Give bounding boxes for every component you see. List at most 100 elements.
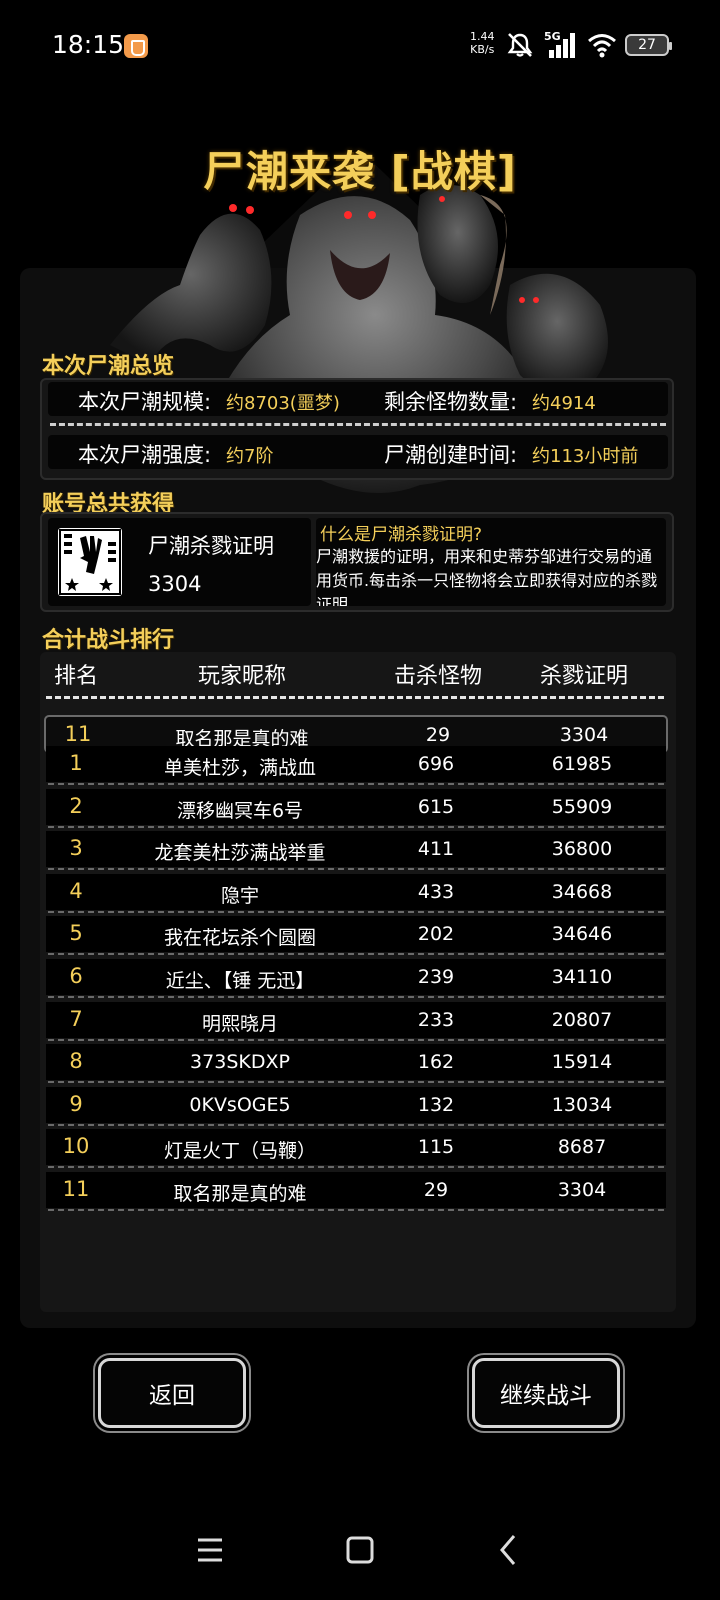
status-bar: 18:15 1.44 KB/s 5G 27 (0, 0, 720, 92)
continue-battle-button[interactable]: 继续战斗 (472, 1358, 620, 1428)
row-name: 漂移幽冥车6号 (176, 799, 304, 822)
row-kills: 615 (417, 795, 455, 818)
row-rank: 8 (69, 1049, 83, 1074)
row-certs: 20807 (551, 1008, 613, 1031)
row-rank: 10 (62, 1134, 90, 1159)
row-certs: 8687 (557, 1136, 607, 1159)
created-value: 约113小时前 (532, 446, 639, 467)
network-speed: 1.44 KB/s (470, 30, 495, 56)
overview-panel: 本次尸潮规模: 约8703(噩梦) 剩余怪物数量: 约4914 本次尸潮强度: … (40, 378, 674, 480)
row-rank: 5 (69, 921, 83, 946)
ranking-header: 排名 玩家昵称 击杀怪物 杀戮证明 (40, 652, 676, 694)
row-kills: 411 (417, 838, 455, 861)
table-row: 6 近尘、【锤 无迅】 239 34110 (46, 959, 666, 998)
self-kills: 29 (425, 724, 451, 746)
row-kills: 433 (417, 880, 455, 903)
row-rank: 6 (69, 964, 83, 988)
system-nav-bar (0, 1520, 720, 1590)
header-name: 玩家昵称 (197, 664, 287, 689)
back-button[interactable]: 返回 (98, 1358, 246, 1428)
row-rank: 1 (69, 751, 83, 775)
table-row: 4 隐宇 433 34668 (46, 873, 666, 913)
row-kills: 132 (417, 1093, 455, 1116)
row-certs: 36800 (551, 838, 613, 861)
header-rank: 排名 (53, 664, 99, 689)
row-name: 明熙晓月 (201, 1012, 279, 1035)
page-title: 尸潮来袭 [战棋] (202, 147, 517, 196)
network-type: 5G (544, 30, 561, 43)
battery-icon: 27 (625, 34, 672, 56)
table-row: 1 单美杜莎，满战血 696 61985 (46, 746, 666, 785)
header-certs: 杀戮证明 (539, 664, 629, 689)
certificate-name: 尸潮杀戮证明 (148, 534, 274, 558)
row-name: 373SKDXP (190, 1051, 290, 1074)
app-badge-icon (124, 34, 148, 58)
self-certs: 3304 (559, 724, 609, 746)
signal-icon: 5G (544, 30, 575, 58)
home-icon[interactable] (340, 1530, 380, 1570)
table-row: 11 取名那是真的难 29 3304 (46, 1172, 666, 1211)
ranking-section-title: 合计战斗排行 (42, 628, 175, 653)
row-kills: 162 (417, 1051, 455, 1074)
row-rank: 4 (69, 878, 83, 903)
mute-icon (507, 33, 533, 57)
row-rank: 2 (69, 793, 83, 818)
row-kills: 233 (417, 1008, 455, 1031)
overview-section-title: 本次尸潮总览 (42, 354, 175, 379)
row-kills: 239 (417, 966, 455, 988)
row-name: 取名那是真的难 (173, 1183, 307, 1205)
strength-label: 本次尸潮强度: (78, 443, 212, 467)
table-row: 3 龙套美杜莎满战举重 411 36800 (46, 831, 666, 871)
wifi-icon (588, 34, 616, 58)
row-rank: 9 (69, 1091, 83, 1116)
ranking-header-divider (46, 696, 664, 699)
row-kills: 29 (423, 1179, 449, 1201)
battery-level: 27 (638, 37, 656, 53)
overview-row-2: 本次尸潮强度: 约7阶 尸潮创建时间: 约113小时前 (48, 435, 668, 469)
row-name: 我在花坛杀个圆圈 (163, 927, 317, 950)
row-certs: 15914 (551, 1051, 613, 1074)
created-label: 尸潮创建时间: (384, 443, 518, 467)
row-name: 灯是火丁（马鞭） (163, 1140, 317, 1163)
remaining-value: 约4914 (532, 393, 596, 414)
table-row: 8 373SKDXP 162 15914 (46, 1044, 666, 1084)
header-kills: 击杀怪物 (393, 664, 483, 689)
certificate-icon (58, 528, 122, 596)
table-row: 10 灯是火丁（马鞭） 115 8687 (46, 1129, 666, 1169)
row-certs: 61985 (551, 753, 613, 775)
row-name: 龙套美杜莎满战举重 (154, 842, 326, 865)
back-icon[interactable] (490, 1530, 530, 1570)
clock: 18:15 (52, 30, 125, 59)
certificate-info-card: 什么是尸潮杀戮证明? 尸潮救援的证明，用来和史蒂芬邹进行交易的通用货币.每击杀一… (316, 518, 666, 606)
overview-row-1: 本次尸潮规模: 约8703(噩梦) 剩余怪物数量: 约4914 (48, 382, 668, 416)
row-name: 0KVsOGE5 (189, 1093, 291, 1116)
self-rank: 11 (64, 722, 92, 746)
info-question: 什么是尸潮杀戮证明? (320, 525, 483, 545)
row-certs: 34668 (551, 880, 613, 903)
status-icons: 5G 27 (505, 30, 672, 60)
certificate-count: 3304 (148, 572, 202, 596)
table-row: 5 我在花坛杀个圆圈 202 34646 (46, 916, 666, 956)
row-certs: 3304 (557, 1179, 607, 1201)
table-row: 7 明熙晓月 233 20807 (46, 1001, 666, 1041)
table-row: 9 0KVsOGE5 132 13034 (46, 1086, 666, 1126)
menu-icon[interactable] (190, 1530, 230, 1570)
row-kills: 115 (417, 1136, 455, 1159)
scale-label: 本次尸潮规模: (78, 390, 212, 414)
row-name: 单美杜莎，满战血 (163, 757, 317, 779)
row-kills: 696 (417, 753, 455, 775)
network-speed-unit: KB/s (470, 43, 495, 56)
row-rank: 11 (62, 1177, 90, 1201)
row-certs: 13034 (551, 1093, 613, 1116)
strength-value: 约7阶 (226, 446, 274, 467)
row-kills: 202 (417, 923, 455, 946)
row-certs: 55909 (551, 795, 613, 818)
row-rank: 7 (69, 1006, 83, 1031)
remaining-label: 剩余怪物数量: (384, 390, 518, 414)
row-name: 近尘、【锤 无迅】 (165, 970, 315, 992)
row-certs: 34646 (551, 923, 613, 946)
account-panel: 尸潮杀戮证明 3304 什么是尸潮杀戮证明? 尸潮救援的证明，用来和史蒂芬邹进行… (40, 512, 674, 612)
row-rank: 3 (69, 836, 83, 861)
table-row: 2 漂移幽冥车6号 615 55909 (46, 788, 666, 828)
screen: { "status_bar": { "time": "18:15", "net_… (0, 0, 720, 1600)
